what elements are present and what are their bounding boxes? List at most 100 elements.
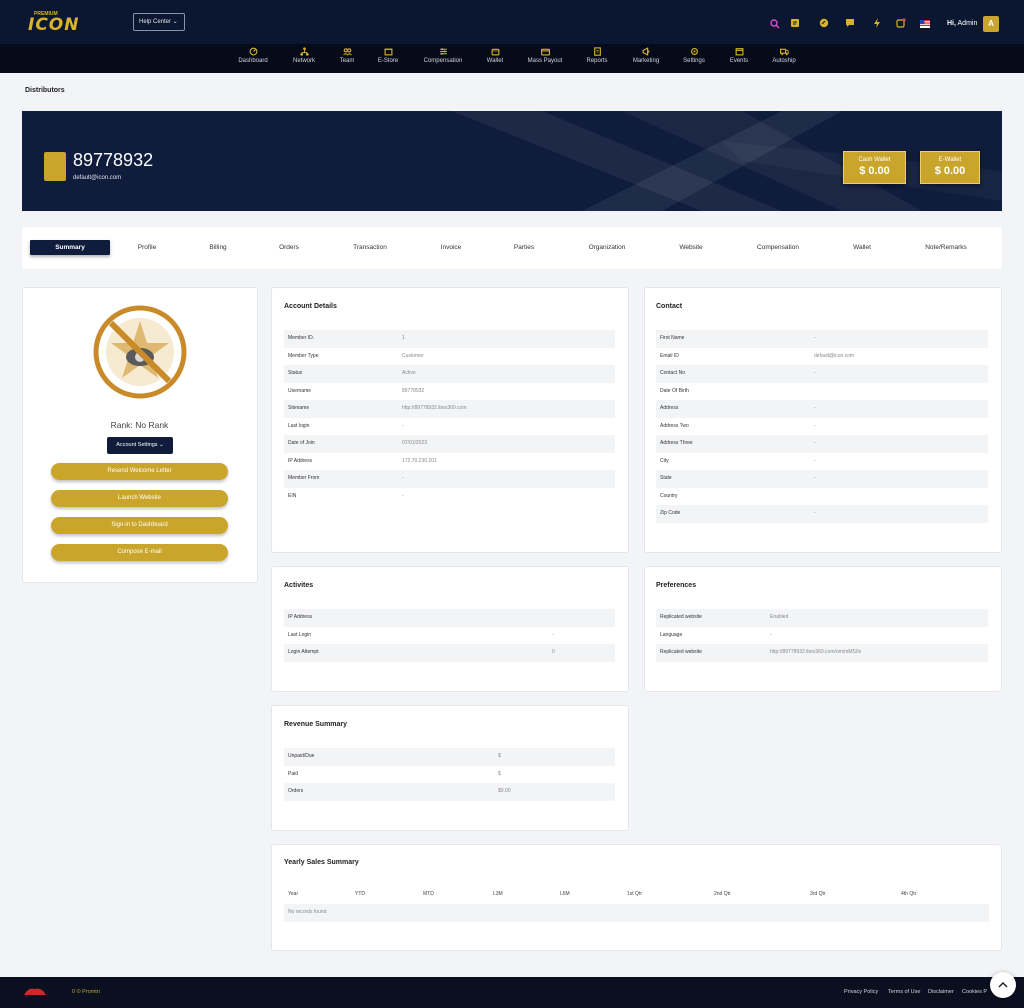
user-badge — [44, 152, 66, 181]
table-row: Address - — [656, 400, 988, 418]
autoship-icon — [779, 48, 789, 56]
table-row: Replicated website http://89778932.ibex3… — [656, 644, 988, 662]
resend-welcome-letter-button[interactable]: Resend Welcome Letter — [51, 463, 228, 480]
no-rank-medal-icon — [93, 305, 187, 399]
icon-logo[interactable]: PREMIUM ICON — [26, 11, 86, 35]
nav-item-mass-payout[interactable]: Mass Payout — [515, 46, 575, 70]
yearly-sales-title: Yearly Sales Summary — [284, 859, 359, 866]
arrow-up-icon — [998, 981, 1008, 988]
breadcrumb: Distributors — [25, 87, 65, 94]
nav-item-e-store[interactable]: E-Store — [358, 46, 418, 70]
us-flag-icon[interactable] — [920, 19, 930, 29]
activities-title: Activites — [284, 582, 314, 589]
nav-item-autoship[interactable]: Autoship — [754, 46, 814, 70]
marketing-icon — [642, 47, 649, 56]
table-row: Email ID default@icon.com — [660, 352, 855, 359]
footer-link-cookies-p[interactable]: Cookies P — [962, 989, 987, 995]
notes-icon[interactable] — [790, 18, 800, 28]
account-settings-button[interactable]: Account Settings ⌄ — [107, 437, 173, 454]
bolt-icon[interactable] — [872, 18, 882, 28]
table-row: EIN - — [288, 492, 404, 499]
preferences-title: Preferences — [656, 582, 697, 589]
tab-profile[interactable]: Profile — [112, 240, 182, 255]
table-row: First Name - — [656, 330, 988, 348]
chat-icon[interactable] — [845, 18, 855, 28]
team-icon — [342, 48, 352, 56]
compensation-icon — [439, 48, 447, 55]
tab-note-remarks[interactable]: Note/Remarks — [911, 240, 981, 255]
column-header-ytd: YTD — [355, 891, 365, 897]
chat-widget-button[interactable] — [990, 972, 1016, 998]
table-row: IP Address — [284, 609, 615, 627]
mass-payout-icon — [540, 48, 550, 56]
table-row: Unpaid/Due $ — [284, 748, 615, 766]
account-details-title: Account Details — [284, 303, 337, 310]
column-header-1st-qtr: 1st Qtr — [627, 891, 643, 897]
column-header-mtd: MTD — [423, 891, 434, 897]
table-row: IP Address 172.70.230.201 — [288, 457, 437, 464]
table-row: City - — [660, 457, 816, 464]
nav-item-compensation[interactable]: Compensation — [413, 46, 473, 70]
events-icon — [735, 48, 743, 56]
table-row: Address Two - — [660, 422, 816, 429]
table-row: Zip Code - — [656, 505, 988, 523]
tab-transaction[interactable]: Transaction — [335, 240, 405, 255]
reports-icon — [593, 47, 601, 56]
footer-logo-icon: ~ — [24, 988, 46, 999]
column-header-4th-qtr: 4th Qtr — [901, 891, 917, 897]
member-id-title: 89778932 — [73, 150, 154, 170]
dashboard-icon — [249, 47, 257, 56]
table-row: Language - — [660, 631, 772, 638]
table-row: Sitename http://89778932.ibex360.com — [284, 400, 615, 418]
help-center-dropdown[interactable]: Help Center ⌄ — [133, 13, 185, 31]
user-greeting: Hi, Admin — [947, 20, 978, 27]
copyright: 0 © Promtn — [72, 989, 100, 995]
footer-link-disclaimer[interactable]: Disclaimer — [928, 989, 954, 995]
tab-invoice[interactable]: Invoice — [416, 240, 486, 255]
table-row: Member From - — [284, 470, 615, 488]
compose-email-button[interactable]: Compose E-mail — [51, 544, 228, 561]
sign-in-dashboard-button[interactable]: Sign-in to Dashboard — [51, 517, 228, 534]
member-email: default@icon.com — [73, 175, 122, 181]
column-header-3rd-qtr: 3rd Qtr — [810, 891, 826, 897]
tab-summary[interactable]: Summary — [30, 240, 110, 255]
tab-parties[interactable]: Parties — [489, 240, 559, 255]
tab-wallet[interactable]: Wallet — [827, 240, 897, 255]
table-row: Username 89778932 — [288, 387, 425, 394]
e-store-icon — [384, 48, 392, 56]
tab-billing[interactable]: Billing — [183, 240, 253, 255]
table-row: Contact No - — [656, 365, 988, 383]
table-row: Member ID. 1 — [284, 330, 615, 348]
wallet-icon — [491, 48, 499, 56]
column-header-2nd-qtr: 2nd Qtr — [714, 891, 731, 897]
avatar[interactable]: A — [983, 16, 999, 32]
tab-organization[interactable]: Organization — [572, 240, 642, 255]
tab-compensation[interactable]: Compensation — [743, 240, 813, 255]
table-row-empty: No records found — [284, 904, 989, 922]
rank-label: Rank: No Rank — [110, 420, 169, 430]
tab-orders[interactable]: Orders — [254, 240, 324, 255]
tab-website[interactable]: Website — [656, 240, 726, 255]
network-icon — [299, 47, 309, 56]
column-header-year: Year — [288, 891, 299, 897]
table-row: Date of Join 07/01/2023 — [284, 435, 615, 453]
cash-wallet-button[interactable]: Cash Wallet $ 0.00 — [843, 151, 906, 184]
table-row: Orders $0.00 — [284, 783, 615, 801]
notification-icon[interactable] — [896, 18, 906, 28]
column-header-l3m: L3M — [493, 891, 503, 897]
table-row: Last Login - — [288, 631, 554, 638]
table-row: Country — [660, 492, 678, 499]
table-row: State - — [656, 470, 988, 488]
table-row: Replicated website Enabled — [656, 609, 988, 627]
contact-title: Contact — [656, 303, 683, 310]
table-row: Member Type Customer — [288, 352, 424, 359]
footer-link-privacy-policy[interactable]: Privacy Policy — [844, 989, 878, 995]
table-row: Address Three - — [656, 435, 988, 453]
search-icon[interactable] — [770, 19, 780, 29]
footer-link-terms-of-use[interactable]: Terms of Use — [888, 989, 920, 995]
launch-website-button[interactable]: Launch Website — [51, 490, 228, 507]
ewallet-button[interactable]: E-Wallet $ 0.00 — [920, 151, 980, 184]
yearly-sales-card — [271, 844, 1002, 951]
gauge-icon[interactable] — [819, 18, 829, 28]
table-row: Status Active — [284, 365, 615, 383]
